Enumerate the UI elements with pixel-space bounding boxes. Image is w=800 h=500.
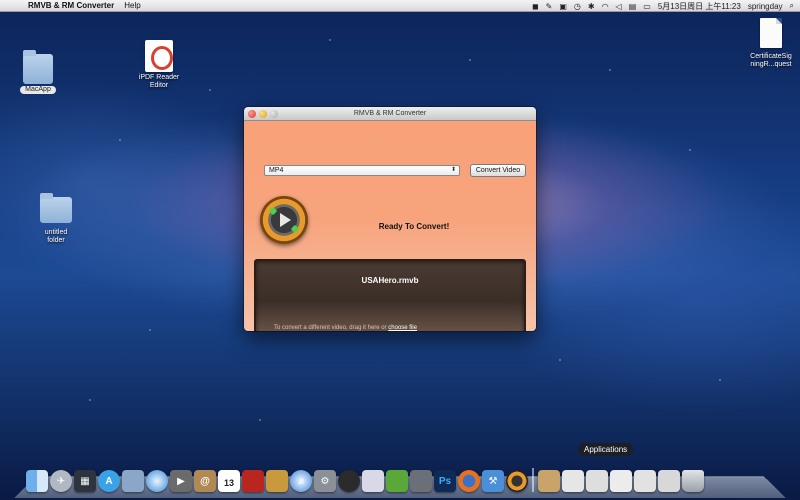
wifi-icon[interactable]: ◠ bbox=[602, 2, 609, 11]
desktop-icon-label: untitled bbox=[44, 229, 68, 236]
desktop-icon-ipdf[interactable]: iPDF Reader Editor bbox=[136, 40, 182, 90]
desktop-icon-label: ningR...quest bbox=[750, 61, 792, 68]
iphoto-icon[interactable] bbox=[266, 470, 288, 492]
preview-viewer-icon[interactable] bbox=[410, 470, 432, 492]
document-icon bbox=[760, 18, 782, 48]
desktop-icon-label: iPDF Reader bbox=[138, 74, 180, 81]
clock[interactable]: 5月13日周日 上午11:23 bbox=[658, 1, 741, 12]
stack-icon-6[interactable] bbox=[658, 470, 680, 492]
trash-icon[interactable] bbox=[682, 470, 704, 492]
preview-icon[interactable] bbox=[122, 470, 144, 492]
finder-icon[interactable] bbox=[26, 470, 48, 492]
desktop-icon-label: CertificateSig bbox=[750, 53, 792, 60]
drop-hint: To convert a different video, drag it he… bbox=[274, 325, 417, 331]
dock-separator bbox=[532, 468, 534, 492]
desktop-icon-untitled-folder[interactable]: untitled folder bbox=[34, 193, 78, 245]
system-preferences-icon[interactable]: ⚙ bbox=[314, 470, 336, 492]
photoshop-icon[interactable]: Ps bbox=[434, 470, 456, 492]
menu-bar: RMVB & RM Converter Help ◼ ✎ ▣ ◷ ✱ ◠ ◁ ▤… bbox=[0, 0, 800, 12]
bluetooth-icon[interactable]: ✱ bbox=[588, 2, 595, 11]
flag-icon[interactable]: ▤ bbox=[629, 2, 637, 11]
xcode-icon[interactable]: ⚒ bbox=[482, 470, 504, 492]
calendar-icon[interactable]: 13 bbox=[218, 470, 240, 492]
mission-control-icon[interactable]: ▦ bbox=[74, 470, 96, 492]
desktop-icon-label: folder bbox=[47, 237, 65, 244]
desktop-icon-macapp[interactable]: MacApp bbox=[18, 50, 58, 94]
desktop-icon-label: Editor bbox=[149, 82, 169, 89]
qq-icon[interactable] bbox=[338, 470, 360, 492]
desktop-icon-certificate[interactable]: CertificateSig ningR...quest bbox=[744, 18, 798, 69]
dock-tooltip: Applications bbox=[578, 443, 634, 456]
user-menu[interactable]: springday bbox=[748, 2, 783, 11]
choose-file-link[interactable]: choose file bbox=[388, 325, 417, 331]
desktop-icon-label: MacApp bbox=[20, 86, 56, 94]
window-title: RMVB & RM Converter bbox=[353, 110, 427, 117]
facetime-icon[interactable]: ▶ bbox=[170, 470, 192, 492]
address-book-icon[interactable]: @ bbox=[194, 470, 216, 492]
itunes-icon[interactable]: ♫ bbox=[290, 470, 312, 492]
folder-icon bbox=[23, 50, 53, 84]
app-menu[interactable]: RMVB & RM Converter bbox=[28, 1, 114, 10]
dock: ✈ ▦ A ▶ @ 13 ♫ ⚙ Ps ⚒ bbox=[26, 460, 704, 492]
zoom-button[interactable] bbox=[270, 110, 278, 118]
evernote-icon[interactable] bbox=[386, 470, 408, 492]
file-name: USAHero.rmvb bbox=[361, 276, 419, 285]
documents-stack-icon[interactable] bbox=[562, 470, 584, 492]
launchpad-icon[interactable]: ✈ bbox=[50, 470, 72, 492]
photo-slideshow-icon[interactable] bbox=[362, 470, 384, 492]
time-machine-icon[interactable]: ◷ bbox=[574, 2, 581, 11]
close-button[interactable] bbox=[248, 110, 256, 118]
app-logo-icon bbox=[260, 196, 308, 244]
window-content: MP4 ⬍ Convert Video Ready To Convert! US… bbox=[244, 121, 536, 331]
convert-video-button[interactable]: Convert Video bbox=[470, 164, 526, 177]
help-menu[interactable]: Help bbox=[124, 1, 140, 10]
stack-icon-4[interactable] bbox=[610, 470, 632, 492]
pdf-icon bbox=[145, 40, 173, 72]
app-store-icon[interactable]: A bbox=[98, 470, 120, 492]
volume-icon[interactable]: ◁ bbox=[616, 2, 622, 11]
chevron-updown-icon: ⬍ bbox=[450, 167, 456, 173]
calendar-day: 13 bbox=[223, 478, 234, 488]
photo-booth-icon[interactable] bbox=[242, 470, 264, 492]
drop-hint-text: To convert a different video, drag it he… bbox=[274, 325, 389, 331]
status-icon-3[interactable]: ▣ bbox=[559, 2, 567, 11]
stack-icon-5[interactable] bbox=[634, 470, 656, 492]
folder-icon bbox=[40, 193, 72, 223]
downloads-stack-icon[interactable] bbox=[586, 470, 608, 492]
window-titlebar[interactable]: RMVB & RM Converter bbox=[244, 107, 536, 121]
minimize-button[interactable] bbox=[259, 110, 267, 118]
safari-icon[interactable] bbox=[146, 470, 168, 492]
converter-app-icon[interactable] bbox=[506, 470, 528, 492]
battery-icon[interactable]: ▭ bbox=[643, 2, 651, 11]
firefox-icon[interactable] bbox=[458, 470, 480, 492]
converter-window: RMVB & RM Converter MP4 ⬍ Convert Video … bbox=[244, 107, 536, 331]
applications-stack-icon[interactable] bbox=[538, 470, 560, 492]
status-icon-2[interactable]: ✎ bbox=[546, 2, 553, 11]
format-select[interactable]: MP4 ⬍ bbox=[264, 165, 460, 176]
drop-zone[interactable]: USAHero.rmvb To convert a different vide… bbox=[254, 259, 526, 331]
status-text: Ready To Convert! bbox=[378, 222, 450, 231]
format-select-value: MP4 bbox=[269, 167, 284, 174]
status-icon-1[interactable]: ◼ bbox=[532, 2, 539, 11]
spotlight-icon[interactable]: ⌕ bbox=[790, 1, 794, 11]
